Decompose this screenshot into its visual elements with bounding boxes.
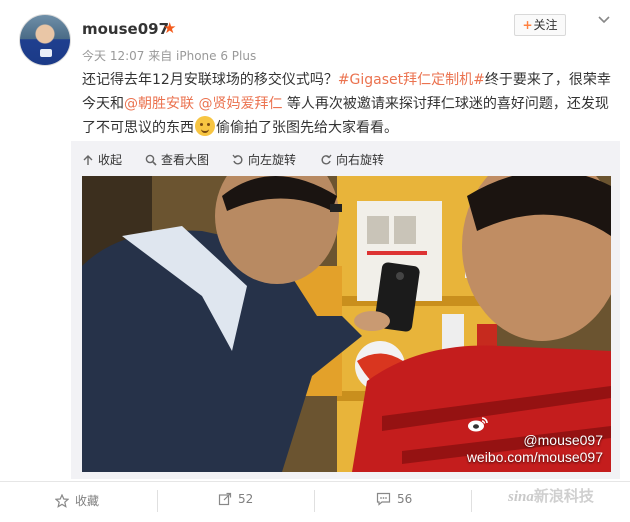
divider [157, 490, 158, 512]
watermark-handle: @mouse097 [523, 432, 603, 448]
chevron-down-icon[interactable] [596, 12, 612, 28]
post-text-part: 还记得去年12月安联球场的移交仪式吗？ [82, 72, 338, 88]
divider [314, 490, 315, 512]
smirk-emoji-icon [195, 116, 215, 136]
collapse-label: 收起 [98, 153, 123, 167]
comment-icon [376, 492, 391, 506]
mention-link[interactable]: @贤妈爱拜仁 [198, 96, 282, 112]
arrow-up-icon [83, 154, 93, 165]
weibo-post-card: mouse097 ★ 今天 12:07 来自 iPhone 6 Plus +关注… [0, 0, 630, 522]
avatar[interactable] [19, 14, 71, 66]
post-photo[interactable]: @mouse097 weibo.com/mouse097 [82, 176, 611, 472]
rotate-left-label: 向左旋转 [248, 153, 297, 167]
action-bar: 收藏 52 56 sina新浪科技 [0, 481, 630, 522]
post-text-part: 偷偷拍了张图先给大家看看。 [216, 120, 398, 136]
favorite-button[interactable]: 收藏 [55, 492, 99, 509]
watermark-url: weibo.com/mouse097 [466, 449, 603, 465]
post-text: 还记得去年12月安联球场的移交仪式吗？#Gigaset拜仁定制机#终于要来了，很… [82, 68, 612, 140]
follow-label: 关注 [533, 18, 558, 32]
repost-icon [218, 492, 232, 506]
rotate-right-icon [321, 154, 332, 165]
weibo-logo-icon [467, 417, 488, 432]
comment-count: 56 [397, 492, 413, 506]
repost-button[interactable]: 52 [218, 492, 253, 506]
verified-star-icon: ★ [163, 19, 177, 37]
brand-latin: sina [508, 489, 534, 505]
sina-tech-logo: sina新浪科技 [508, 485, 594, 506]
rotate-left-button[interactable]: 向左旋转 [232, 151, 296, 168]
brand-cn: 新浪科技 [533, 487, 594, 505]
plus-icon: + [522, 18, 533, 32]
rotate-right-button[interactable]: 向右旋转 [320, 151, 384, 168]
media-box: 收起 查看大图 向左旋转 向右旋转 @mouse097 weibo.com/mo… [71, 141, 620, 479]
media-toolbar: 收起 查看大图 向左旋转 向右旋转 [71, 141, 620, 175]
repost-count: 52 [238, 492, 254, 506]
view-large-label: 查看大图 [161, 153, 210, 167]
rotate-left-icon [232, 154, 243, 165]
photo-watermark: @mouse097 weibo.com/mouse097 [467, 416, 603, 466]
follow-button[interactable]: +关注 [514, 14, 566, 36]
mention-link[interactable]: @朝胜安联 [124, 96, 194, 112]
search-icon [145, 154, 157, 166]
favorite-label: 收藏 [75, 494, 100, 508]
username[interactable]: mouse097 [82, 20, 169, 38]
collapse-button[interactable]: 收起 [82, 151, 122, 168]
star-outline-icon [55, 493, 69, 508]
hashtag-link[interactable]: #Gigaset拜仁定制机# [338, 72, 485, 88]
comment-button[interactable]: 56 [376, 492, 412, 506]
view-large-button[interactable]: 查看大图 [145, 151, 209, 168]
post-meta: 今天 12:07 来自 iPhone 6 Plus [82, 49, 257, 63]
divider [471, 490, 472, 512]
rotate-right-label: 向右旋转 [336, 153, 385, 167]
